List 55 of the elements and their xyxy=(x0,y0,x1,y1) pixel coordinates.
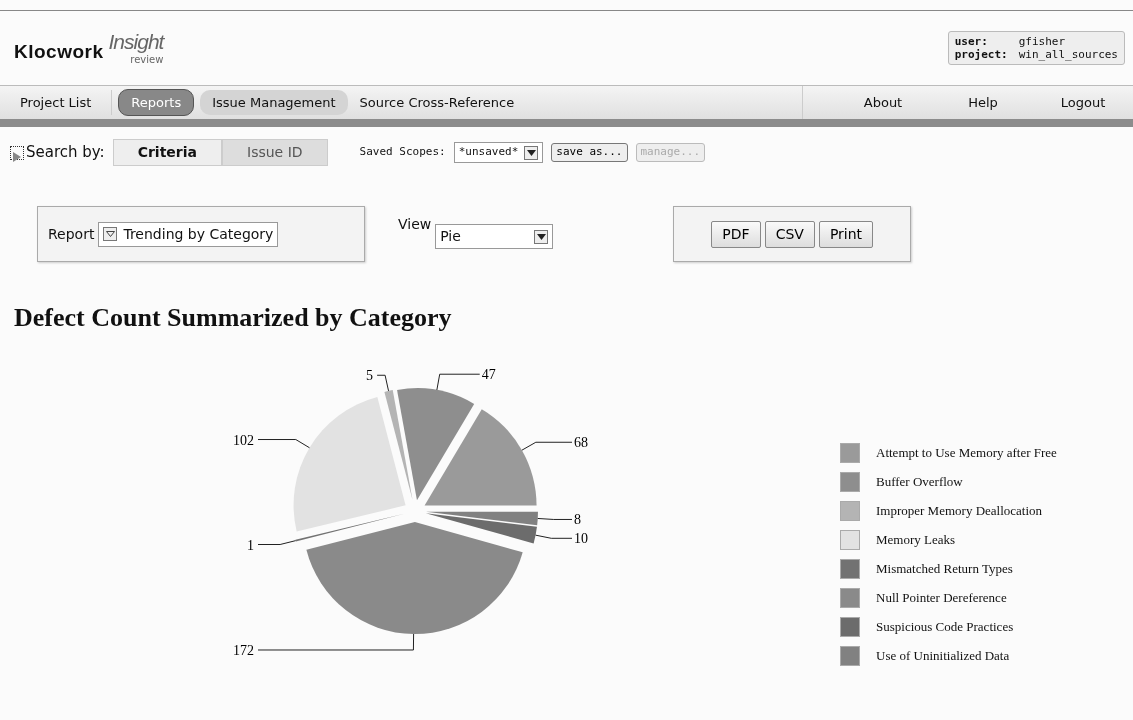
user-name: gfisher xyxy=(1018,34,1065,48)
nav-tab[interactable]: Issue Management xyxy=(200,89,348,116)
data-label: 68 xyxy=(574,435,588,451)
data-label: 8 xyxy=(574,512,581,528)
data-label: 47 xyxy=(481,367,496,383)
legend-label: Attempt to Use Memory after Free xyxy=(876,444,1057,463)
data-label: 172 xyxy=(233,643,254,658)
scope-button[interactable]: save as... xyxy=(551,143,628,162)
legend-label: Improper Memory Deallocation xyxy=(876,502,1043,521)
project-label: project: xyxy=(954,48,1009,62)
nav-link[interactable]: About xyxy=(833,89,933,116)
legend-label: Use of Uninitialized Data xyxy=(876,647,1010,666)
leader-line xyxy=(537,518,573,520)
export-button[interactable]: CSV xyxy=(764,220,815,248)
logo-product: Insight xyxy=(108,30,164,54)
legend-label: Memory Leaks xyxy=(876,531,956,550)
data-label: 1 xyxy=(247,537,254,553)
view-select[interactable]: Pie xyxy=(435,224,554,249)
legend-label: Null Pointer Dereference xyxy=(876,589,1007,608)
legend-label: Suspicious Code Practices xyxy=(876,618,1014,637)
report-label: Report xyxy=(48,224,95,244)
dropdown-icon xyxy=(103,227,118,241)
leader-line xyxy=(436,373,481,391)
data-label: 102 xyxy=(233,432,254,448)
data-label: 5 xyxy=(366,368,374,384)
chart-title: Defect Count Summarized by Category xyxy=(14,302,453,334)
project-name: win_all_sources xyxy=(1018,48,1118,62)
export-button[interactable]: Print xyxy=(818,220,874,248)
nav-link[interactable]: Help xyxy=(933,89,1033,116)
search-label: Search by: xyxy=(26,142,105,164)
user-label: user: xyxy=(954,34,989,48)
search-tab[interactable]: Issue ID xyxy=(222,139,328,166)
expand-icon[interactable] xyxy=(10,145,24,160)
dropdown-icon xyxy=(534,229,549,244)
dropdown-icon xyxy=(524,145,539,160)
leader-line xyxy=(376,374,390,392)
logo-edition: review xyxy=(130,54,164,66)
search-tab[interactable]: Criteria xyxy=(112,139,222,166)
leader-line xyxy=(257,439,310,449)
logo-brand: Klocwork xyxy=(14,39,104,64)
leader-line xyxy=(535,534,573,539)
legend-label: Mismatched Return Types xyxy=(876,560,1013,579)
report-select[interactable]: Trending by Category xyxy=(98,221,279,247)
nav-link[interactable]: Logout xyxy=(1033,89,1133,116)
data-label: 10 xyxy=(574,531,588,547)
nav-tab[interactable]: Project List xyxy=(0,89,113,116)
scope-select[interactable]: *unsaved* xyxy=(453,142,544,163)
leader-line xyxy=(521,441,573,451)
nav-tab[interactable]: Source Cross-Reference xyxy=(347,89,527,116)
legend-label: Buffer Overflow xyxy=(876,473,963,492)
leader-line xyxy=(257,540,297,545)
scopes-label: Saved Scopes: xyxy=(359,144,446,161)
nav-tab[interactable]: Reports xyxy=(118,88,195,117)
export-button[interactable]: PDF xyxy=(711,220,761,248)
view-label: View xyxy=(398,215,432,234)
